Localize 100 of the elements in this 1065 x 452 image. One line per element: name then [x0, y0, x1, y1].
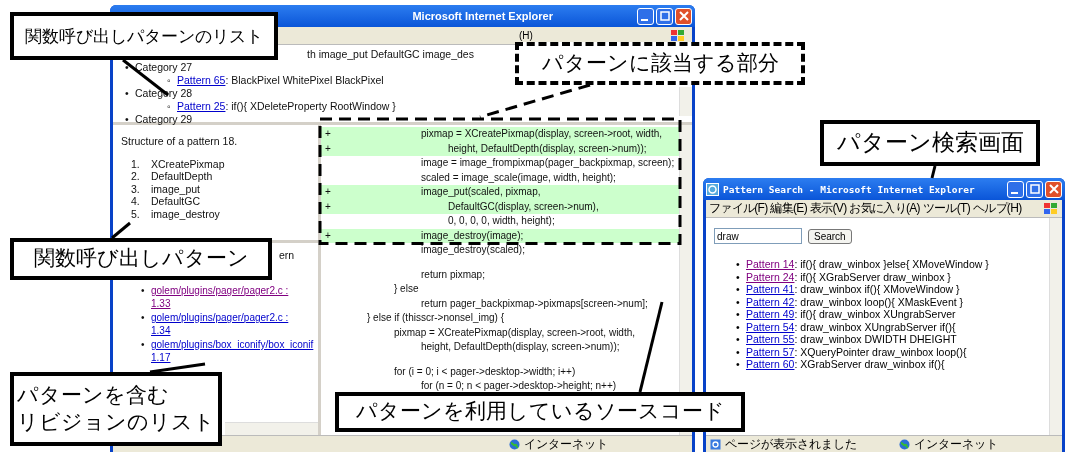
diff-marker: +: [324, 185, 332, 199]
scrollbar[interactable]: [225, 422, 318, 435]
pattern-description: : draw_winbox XUngrabServer if(){: [794, 320, 956, 333]
pattern-description: : if(){ XGrabServer draw_winbox }: [794, 270, 951, 283]
diff-marker: +: [324, 199, 332, 214]
window-title: Microsoft Internet Explorer: [411, 10, 554, 22]
menu-item[interactable]: ヘルプ(H): [972, 200, 1022, 217]
revision-link[interactable]: golem/plugins/box_iconify/box_iconif 1.17: [151, 338, 314, 364]
pattern-description: : draw_winbox loop(){ XMaskEvent }: [794, 295, 964, 308]
window-title: Pattern Search - Microsoft Internet Explorer: [723, 183, 976, 195]
code-line: 0, 0, 0, 0, width, height);: [447, 214, 555, 228]
diff-marker: +: [324, 141, 332, 156]
bullet: •: [736, 258, 741, 271]
bullet: •: [125, 113, 130, 126]
search-field[interactable]: draw: [714, 228, 802, 244]
zone-label: インターネット: [914, 435, 998, 452]
code-line: return pager_backpixmap->pixmaps[screen->num];: [420, 296, 648, 311]
bullet: •: [736, 295, 741, 308]
maximize-icon: [1029, 184, 1040, 194]
close-button[interactable]: [1045, 180, 1062, 198]
flag-logo-icon: [670, 28, 686, 43]
code-line: for (i = 0; i < pager->desktop->width; i++): [393, 364, 576, 379]
list-number: 4.: [131, 195, 141, 208]
code-line: image = image_frompixmap(pager_backpixmap, screen);: [420, 156, 675, 170]
close-icon: [678, 11, 689, 21]
code-line: scaled = image_scale(image, width, height);: [420, 170, 616, 185]
menu-item[interactable]: ファイル(F): [709, 200, 768, 217]
maximize-button[interactable]: [656, 7, 673, 25]
function-name: DefaultGC: [151, 195, 201, 208]
diff-marker: +: [324, 228, 332, 243]
maximize-button[interactable]: [1026, 180, 1043, 198]
function-name: XCreatePixmap: [151, 157, 225, 170]
callout-label: パターンに該当する部分: [515, 42, 805, 85]
maximize-icon: [659, 11, 670, 21]
list-number: 3.: [131, 182, 141, 195]
globe-icon: [899, 438, 910, 450]
page-icon: [710, 438, 721, 450]
code-line: image_destroy(image);: [420, 228, 524, 243]
globe-icon: [509, 438, 520, 450]
code-line: height, DefaultDepth(display, screen->num));: [420, 340, 620, 354]
code-line: image_put(scaled, pixmap,: [420, 185, 541, 199]
code-line: return pixmap;: [420, 267, 485, 282]
leader-line: [149, 362, 206, 374]
minimize-button[interactable]: [637, 7, 654, 25]
revision-link[interactable]: golem/plugins/pager/pager2.c : 1.33: [151, 284, 289, 310]
leader-line: [111, 221, 131, 240]
callout-label: 関数呼び出しパターンのリスト: [10, 12, 278, 60]
callout-label: パターン検索画面: [820, 120, 1040, 166]
pattern-description: : if(){ draw_winbox }else{ XMoveWindow }: [794, 258, 989, 271]
code-line: } else: [393, 282, 419, 296]
bullet: •: [736, 345, 741, 358]
bullet: •: [141, 338, 146, 352]
function-name: image_put: [151, 182, 201, 195]
code-line: height, DefaultDepth(display, screen->num));: [447, 141, 647, 156]
code-line: } else if (thisscr->nonsel_img) {: [367, 311, 504, 325]
code-line: DefaultGC(display, screen->num),: [447, 199, 599, 214]
code-line: for (n = 0; n < pager->desktop->height; n++): [420, 379, 617, 393]
search-button[interactable]: Search: [808, 228, 852, 244]
revisions-heading: ern: [279, 249, 295, 261]
list-number: 1.: [131, 157, 141, 170]
bullet: •: [736, 320, 741, 333]
bullet: •: [736, 308, 741, 321]
flag-logo-icon: [1043, 201, 1059, 216]
scrollbar[interactable]: [1049, 218, 1062, 435]
function-name: DefaultDepth: [151, 170, 213, 183]
bullet: •: [736, 358, 741, 371]
callout-label: パターンを利用しているソースコード: [335, 392, 745, 432]
bullet: •: [125, 61, 130, 74]
bullet: •: [141, 311, 146, 325]
menu-item[interactable]: 表示(V): [809, 200, 847, 217]
function-name: image_destroy: [151, 207, 220, 220]
category-label: Category 29: [135, 113, 193, 126]
close-icon: [1048, 184, 1059, 194]
bullet: •: [125, 87, 130, 100]
bullet: ◦: [167, 74, 172, 87]
leader-line: [930, 165, 937, 179]
pattern-description: : XQueryPointer draw_winbox loop(){: [794, 345, 967, 358]
menu-item[interactable]: 編集(E): [770, 200, 807, 217]
browser-icon: [706, 182, 719, 196]
bullet: •: [141, 284, 146, 298]
callout-label: 関数呼び出しパターン: [10, 238, 272, 280]
status-message: ページが表示されました: [725, 435, 858, 452]
bullet: •: [736, 333, 741, 346]
close-button[interactable]: [675, 7, 692, 25]
help-menu[interactable]: (H): [519, 30, 533, 41]
category-label: Category 27: [135, 61, 193, 74]
code-line: pixmap = XCreatePixmap(display, screen->root, width,: [393, 325, 636, 340]
pattern-description: : draw_winbox if(){ XMoveWindow }: [794, 283, 960, 296]
minimize-icon: [1011, 191, 1018, 194]
diff-marker: +: [324, 127, 332, 141]
scrollbar[interactable]: [679, 87, 692, 116]
minimize-button[interactable]: [1007, 180, 1024, 198]
pattern-description: : BlackPixel WhitePixel BlackPixel: [225, 74, 384, 87]
menu-item[interactable]: ツール(T): [922, 200, 970, 217]
code-line: image_destroy(scaled);: [420, 243, 525, 257]
menu-item[interactable]: お気に入り(A): [849, 200, 920, 217]
bullet: •: [736, 270, 741, 283]
minimize-icon: [641, 18, 648, 21]
list-number: 5.: [131, 207, 141, 220]
zone-label: インターネット: [524, 435, 608, 452]
